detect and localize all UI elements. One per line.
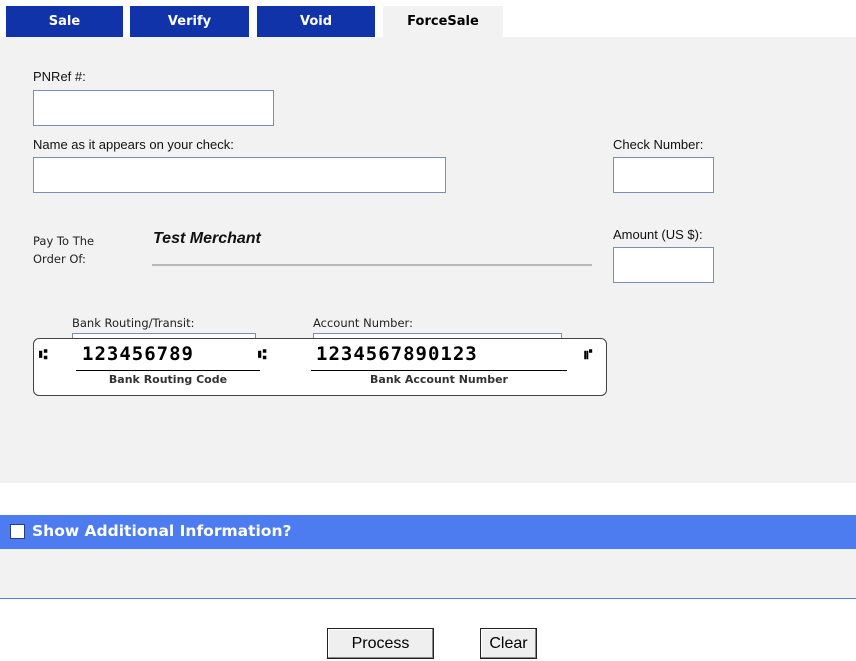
tab-forcesale[interactable]: ForceSale bbox=[383, 6, 503, 37]
on-us-symbol-icon: ⑈ bbox=[584, 347, 593, 363]
clear-button[interactable]: Clear bbox=[480, 628, 537, 659]
routing-underline bbox=[76, 370, 260, 371]
check-number-label: Check Number: bbox=[613, 137, 704, 152]
account-caption: Bank Account Number bbox=[370, 373, 508, 386]
routing-caption: Bank Routing Code bbox=[108, 373, 228, 386]
payee-line bbox=[152, 264, 592, 266]
additional-info-label[interactable]: Show Additional Information? bbox=[32, 522, 291, 540]
tab-bar: Sale Verify Void ForceSale bbox=[0, 0, 856, 37]
tab-void[interactable]: Void bbox=[257, 6, 375, 37]
pay-to-label-line1: Pay To The bbox=[33, 234, 95, 248]
micr-routing-digits: 123456789 bbox=[82, 343, 194, 365]
routing-label: Bank Routing/Transit: bbox=[72, 316, 195, 330]
amount-label: Amount (US $): bbox=[613, 227, 703, 242]
amount-input[interactable] bbox=[613, 247, 714, 283]
name-label: Name as it appears on your check: bbox=[33, 137, 234, 152]
micr-account-digits: 1234567890123 bbox=[316, 343, 478, 365]
additional-info-bar: Show Additional Information? bbox=[0, 515, 856, 549]
name-input[interactable] bbox=[33, 157, 446, 193]
tab-sale[interactable]: Sale bbox=[6, 6, 123, 37]
additional-info-checkbox[interactable] bbox=[10, 524, 25, 539]
micr-line-diagram: ⑆ 123456789 ⑆ 1234567890123 ⑈ Bank Routi… bbox=[33, 338, 607, 396]
pnref-input[interactable] bbox=[33, 90, 274, 126]
transit-symbol-icon: ⑆ bbox=[258, 347, 267, 363]
tab-verify[interactable]: Verify bbox=[130, 6, 249, 37]
merchant-name: Test Merchant bbox=[153, 230, 261, 247]
pnref-label: PNRef #: bbox=[33, 69, 86, 84]
pay-to-label-line2: Order Of: bbox=[33, 252, 86, 266]
process-button[interactable]: Process bbox=[327, 628, 434, 659]
additional-info-body bbox=[0, 549, 856, 599]
check-number-input[interactable] bbox=[613, 157, 714, 193]
check-form-panel: PNRef #: Name as it appears on your chec… bbox=[0, 37, 856, 483]
transit-symbol-icon: ⑆ bbox=[39, 347, 48, 363]
account-underline bbox=[311, 370, 567, 371]
account-label: Account Number: bbox=[313, 316, 413, 330]
